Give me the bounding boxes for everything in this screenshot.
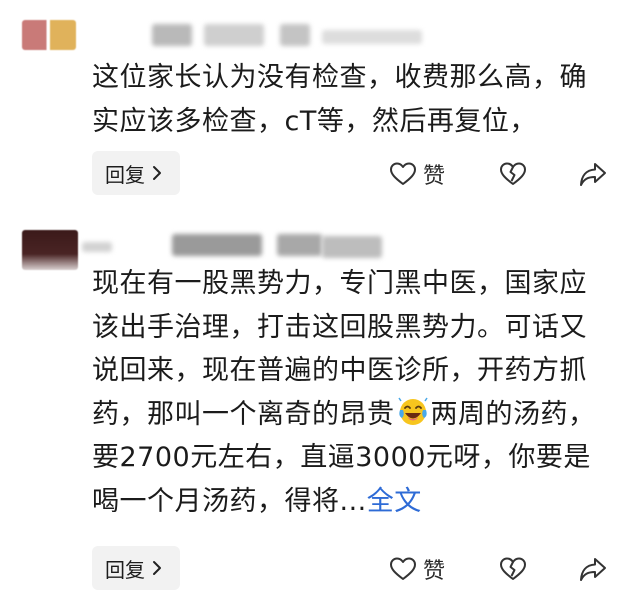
like-label: 赞 — [423, 164, 446, 189]
share-arrow-icon[interactable] — [578, 555, 608, 583]
heart-outline-icon — [390, 557, 416, 580]
reply-button[interactable]: 回复 — [92, 546, 180, 590]
chevron-right-icon — [153, 561, 161, 575]
comment-text: 现在有一股黑势力，专门黑中医，国家应该出手治理，打击这回股黑势力。可话又说回来，… — [92, 262, 602, 523]
like-label: 赞 — [423, 559, 446, 584]
username-blurred — [204, 24, 264, 46]
avatar[interactable] — [22, 230, 78, 270]
reply-label: 回复 — [105, 162, 145, 187]
like-button[interactable]: 赞 — [389, 552, 445, 586]
comment-item: 现在有一股黑势力，专门黑中医，国家应该出手治理，打击这回股黑势力。可话又说回来，… — [0, 222, 640, 603]
reply-label: 回复 — [105, 557, 145, 582]
username-blurred[interactable] — [152, 24, 192, 46]
broken-heart-icon[interactable] — [499, 556, 527, 582]
username-blurred — [322, 30, 422, 44]
comment-item: 这位家长认为没有检查，收费那么高，确实应该多检查，cT等，然后再复位， 回复 赞 — [0, 0, 640, 210]
share-arrow-icon[interactable] — [578, 160, 608, 188]
username-blurred[interactable] — [172, 234, 262, 256]
username-blurred — [280, 24, 310, 46]
username-blurred — [277, 234, 322, 256]
comment-action-bar: 回复 赞 — [0, 546, 640, 592]
full-text-link[interactable]: 全文 — [367, 486, 422, 517]
heart-outline-icon — [390, 162, 416, 185]
chevron-right-icon — [153, 166, 161, 180]
comment-author-header[interactable] — [22, 20, 542, 54]
like-button[interactable]: 赞 — [389, 157, 445, 191]
comment-author-header[interactable] — [22, 224, 542, 270]
comment-action-bar: 回复 赞 — [0, 151, 640, 197]
broken-heart-icon[interactable] — [499, 161, 527, 187]
username-blurred — [322, 236, 382, 258]
reply-button[interactable]: 回复 — [92, 151, 180, 195]
username-blurred — [82, 242, 112, 252]
crying-laughing-emoji-icon — [397, 397, 428, 425]
avatar[interactable] — [22, 20, 76, 50]
comment-text: 这位家长认为没有检查，收费那么高，确实应该多检查，cT等，然后再复位， — [92, 62, 587, 137]
